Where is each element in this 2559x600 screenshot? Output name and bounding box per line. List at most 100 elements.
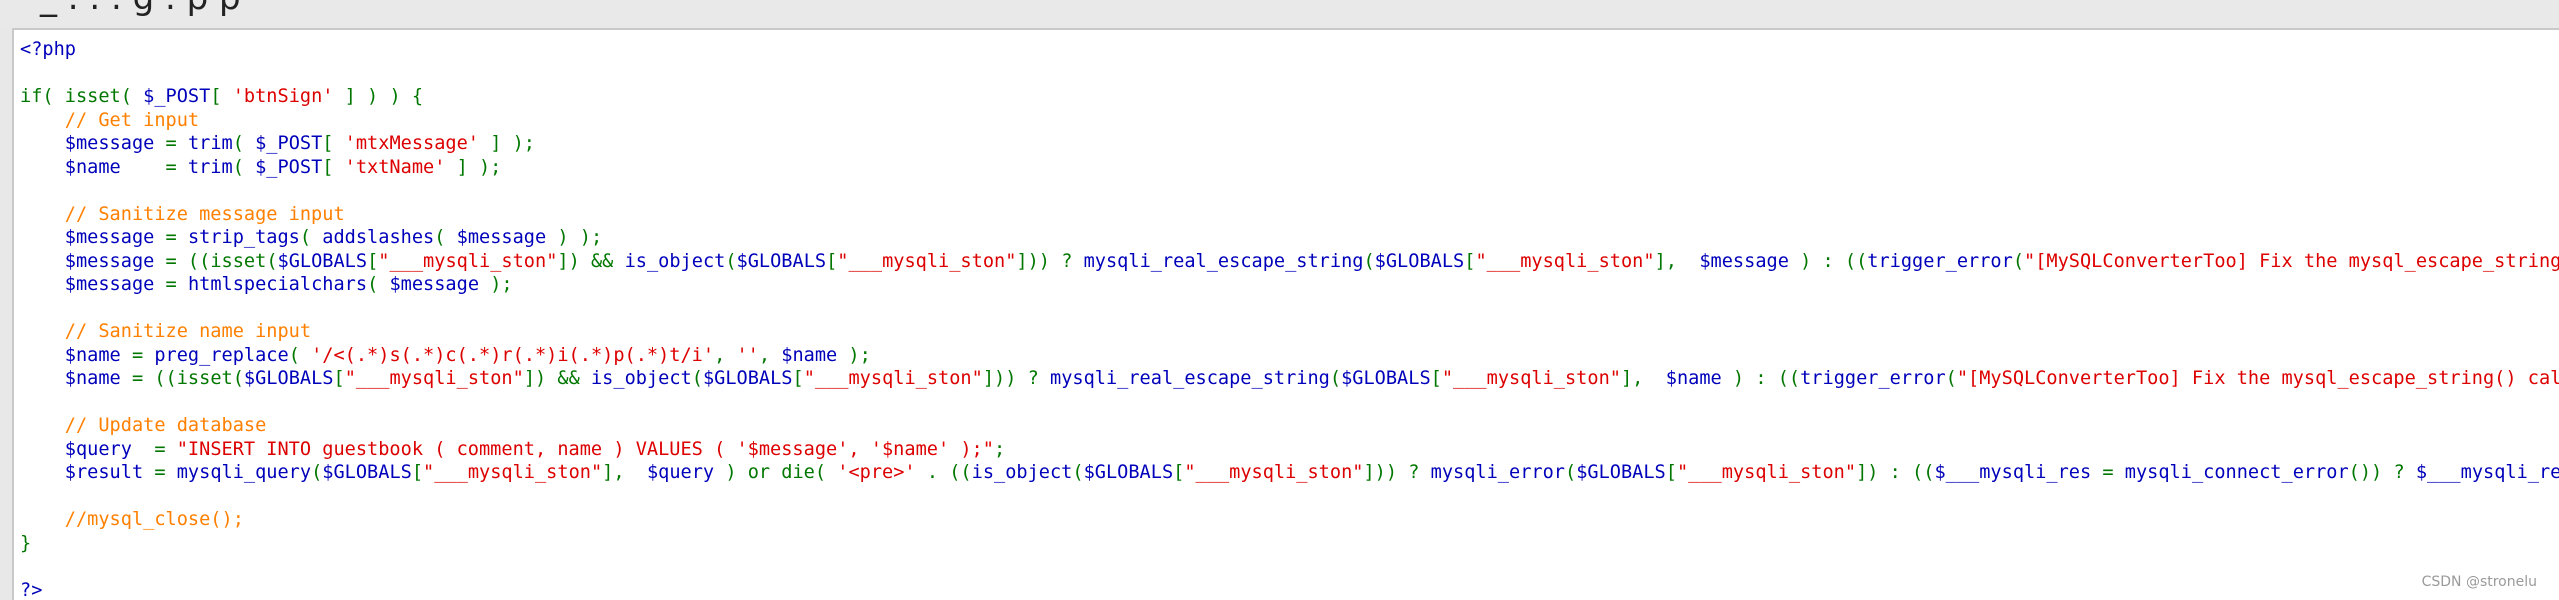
code-token-string: "___mysqli_ston" [1441, 368, 1621, 389]
code-line: <?php [20, 38, 2559, 62]
code-line: $name = ((isset($GLOBALS["___mysqli_ston… [20, 367, 2559, 391]
code-token-default: mysqli_real_escape_string [1083, 250, 1364, 272]
code-token-string: "___mysqli_ston" [423, 462, 603, 483]
code-token-default: is_object [971, 462, 1073, 483]
code-line: $message = trim( $_POST[ 'mtxMessage' ] … [20, 132, 2559, 156]
code-token-string: '/<(.*)s(.*)c(.*)r(.*)i(.*)p(.*)t/i' [311, 344, 715, 366]
code-line: //mysql_close(); [20, 508, 2559, 532]
code-token-keyword: ) ); [546, 227, 603, 248]
code-token-keyword: = [120, 156, 188, 178]
code-token-default: strip_tags [187, 227, 300, 248]
code-line: } [20, 532, 2559, 556]
code-token-keyword: = [120, 344, 155, 366]
code-token-keyword: ); [479, 274, 513, 295]
code-line: $name = preg_replace( '/<(.*)s(.*)c(.*)r… [20, 344, 2559, 368]
code-token-keyword: ( [725, 250, 737, 272]
watermark: CSDN @stronelu [2421, 574, 2537, 590]
code-line: $message = ((isset($GLOBALS["___mysqli_s… [20, 250, 2559, 274]
code-token-default: $result [20, 462, 144, 483]
code-token-keyword: ) : (( [1788, 250, 1868, 272]
code-token-keyword: = [154, 274, 188, 295]
code-token-default: $name [20, 344, 121, 366]
code-token-keyword: ) : (( [1721, 368, 1801, 389]
code-token-keyword: [ [1665, 462, 1677, 483]
code-token-keyword: [ [322, 133, 345, 154]
code-token-keyword: [ [411, 462, 424, 483]
source-code-panel: <?php if( isset( $_POST[ 'btnSign' ] ) )… [12, 28, 2559, 600]
code-token-default: $message [20, 274, 155, 295]
code-token-keyword: ( [1945, 368, 1957, 389]
code-line: $message = htmlspecialchars( $message ); [20, 273, 2559, 297]
code-token-keyword: ( [367, 274, 390, 295]
code-token-default: $GLOBALS [322, 462, 412, 483]
code-line: // Get input [20, 109, 2559, 133]
code-token-string: 'txtName' [344, 156, 446, 178]
code-token-default: mysqli_query [176, 462, 312, 483]
code-token-default: preg_replace [154, 344, 289, 366]
code-token-keyword: = [2091, 462, 2125, 483]
code-token-keyword: isset( [64, 86, 144, 107]
code-token-default: $name [20, 156, 121, 178]
code-line: // Sanitize name input [20, 320, 2559, 344]
code-token-keyword: ) or die( [714, 462, 838, 483]
code-token-default: <?php [20, 39, 76, 60]
code-token-default: htmlspecialchars [187, 274, 368, 295]
code-token-default: mysqli_real_escape_string [1050, 368, 1330, 389]
code-token-keyword: ( [232, 368, 244, 389]
code-token-default: $message [20, 227, 155, 248]
code-token-keyword: [ [333, 368, 345, 389]
code-token-keyword: [ [210, 86, 233, 107]
code-token-string: "___mysqli_ston" [344, 368, 524, 389]
code-token-keyword: [ [367, 250, 379, 272]
window-title-strip: _ . . . g . p p [0, 0, 2559, 28]
code-token-keyword: = (( [120, 368, 177, 389]
code-token-keyword: [ [1173, 462, 1185, 483]
code-token-keyword: ( [299, 227, 323, 248]
code-token-keyword: ( [691, 368, 703, 389]
code-token-keyword: ( [311, 462, 323, 483]
code-token-keyword: ])) ? [982, 368, 1050, 389]
code-token-string: "___mysqli_ston" [803, 368, 983, 389]
code-token-default: $GLOBALS [1341, 368, 1431, 389]
code-token-keyword: ( [266, 250, 278, 272]
code-token-keyword: ( [1564, 462, 1577, 483]
code-token-default: $message [456, 227, 547, 248]
code-token-keyword: ] ); [445, 156, 502, 178]
code-token-keyword: ]) && [557, 250, 625, 272]
code-token-comment: // Update database [20, 415, 267, 436]
code-token-default: $name [20, 368, 121, 389]
code-token-keyword: ( [232, 133, 256, 154]
code-line: $query = "INSERT INTO guestbook ( commen… [20, 438, 2559, 462]
code-token-default: ?> [20, 579, 43, 600]
code-token-comment: //mysql_close(); [20, 509, 244, 530]
code-token-default: trigger_error [1867, 250, 2013, 272]
code-token-string: "___mysqli_ston" [378, 250, 558, 272]
code-token-keyword: ); [837, 344, 871, 366]
code-token-default: mysqli_error [1430, 462, 1565, 483]
code-token-default: is_object [624, 250, 726, 272]
code-token-keyword: ( [1363, 250, 1375, 272]
code-token-keyword: isset [176, 368, 233, 389]
code-token-keyword: [ [322, 156, 345, 178]
code-token-keyword: isset [210, 250, 267, 272]
code-token-comment: // Sanitize name input [20, 321, 312, 342]
code-token-keyword: ( [1329, 368, 1342, 389]
code-line: // Sanitize message input [20, 203, 2559, 227]
code-token-default: $query [20, 438, 132, 460]
code-token-default: $GLOBALS [1083, 462, 1174, 483]
code-token-keyword: if( [20, 86, 65, 107]
code-token-default: $GLOBALS [1374, 250, 1465, 272]
code-token-keyword: ])) ? [1363, 462, 1431, 483]
window-title: _ . . . g . p p [40, 0, 241, 18]
code-token-default: mysqli_connect_error [2124, 462, 2349, 483]
code-token-default: $message [20, 133, 155, 154]
code-line: $name = trim( $_POST[ 'txtName' ] ); [20, 156, 2559, 180]
code-token-string: 'mtxMessage' [344, 133, 480, 154]
code-token-keyword: [ [1464, 250, 1476, 272]
